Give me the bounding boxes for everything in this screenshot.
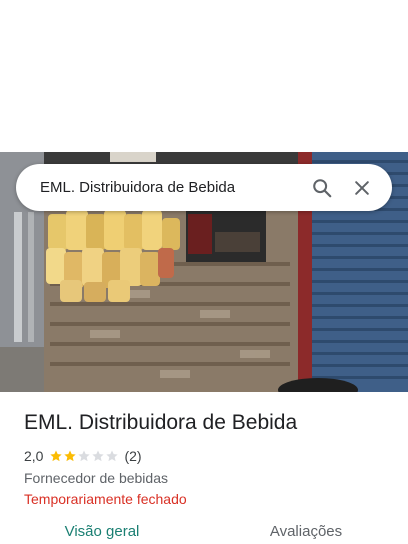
open-status: Temporariamente fechado: [24, 491, 187, 507]
search-button[interactable]: [302, 168, 342, 208]
search-bar[interactable]: EML. Distribuidora de Bebida: [16, 164, 392, 211]
star-icon: [92, 450, 105, 462]
review-count[interactable]: (2): [124, 448, 141, 464]
star-icon: [64, 450, 77, 462]
star-icon: [50, 450, 63, 462]
star-icon: [106, 450, 119, 462]
search-input[interactable]: EML. Distribuidora de Bebida: [40, 179, 302, 196]
star-icon: [78, 450, 91, 462]
place-title: EML. Distribuidora de Bebida: [24, 411, 298, 434]
close-button[interactable]: [342, 168, 382, 208]
place-info: EML. Distribuidora de Bebida 2,0 (2) For…: [24, 410, 394, 509]
tab-bar: Visão geral Avaliações: [0, 512, 408, 544]
close-icon: [355, 180, 369, 195]
star-rating: [49, 449, 119, 463]
rating-value: 2,0: [24, 448, 44, 464]
rating-row[interactable]: 2,0 (2): [24, 446, 394, 466]
tab-overview[interactable]: Visão geral: [0, 512, 204, 544]
place-category: Fornecedor de bebidas: [24, 470, 168, 486]
tab-reviews[interactable]: Avaliações: [204, 512, 408, 544]
search-icon: [313, 178, 332, 197]
